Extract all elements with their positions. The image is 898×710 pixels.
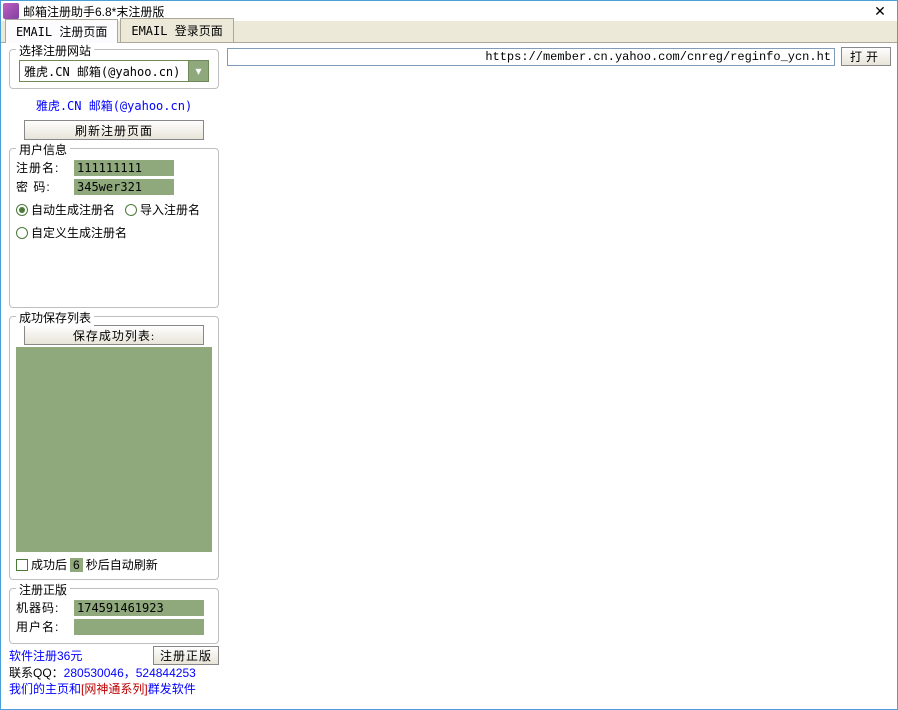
main-pane: 打开 — [223, 43, 897, 709]
contact-label: 联系QQ： — [9, 666, 64, 680]
refresh-register-page-button[interactable]: 刷新注册页面 — [24, 120, 204, 140]
price-link[interactable]: 软件注册36元 — [9, 648, 82, 664]
footer-links: 软件注册36元 注册正版 联系QQ：280530046，524844253 我们… — [9, 646, 219, 697]
url-field[interactable] — [227, 48, 835, 66]
user-info-label: 用户信息 — [16, 141, 70, 158]
chevron-down-icon[interactable]: ▾ — [189, 60, 209, 82]
machine-code-label: 机器码: — [16, 599, 68, 616]
mass-send-link[interactable]: 群发软件 — [148, 682, 196, 696]
radio-auto-label: 自动生成注册名 — [31, 201, 115, 218]
radio-auto-generate[interactable]: 自动生成注册名 — [16, 201, 115, 218]
radio-import[interactable]: 导入注册名 — [125, 201, 200, 218]
seconds-value[interactable]: 6 — [70, 558, 83, 572]
username-input[interactable] — [74, 619, 204, 635]
regname-label: 注册名: — [16, 159, 68, 176]
tabstrip: EMAIL 注册页面 EMAIL 登录页面 — [1, 21, 897, 43]
sidebar: 选择注册网站 雅虎.CN 邮箱(@yahoo.cn) ▾ 雅虎.CN 邮箱(@y… — [1, 43, 223, 709]
open-url-button[interactable]: 打开 — [841, 47, 891, 66]
after-success-text2: 秒后自动刷新 — [86, 556, 158, 573]
auto-refresh-checkbox[interactable] — [16, 559, 28, 571]
site-select-group: 选择注册网站 雅虎.CN 邮箱(@yahoo.cn) ▾ — [9, 49, 219, 89]
window-title: 邮箱注册助手6.8*末注册版 — [23, 3, 865, 20]
radio-custom-label: 自定义生成注册名 — [31, 224, 127, 241]
site-dropdown[interactable]: 雅虎.CN 邮箱(@yahoo.cn) ▾ — [19, 60, 209, 82]
password-label: 密 码: — [16, 178, 68, 195]
after-success-text1: 成功后 — [31, 556, 67, 573]
password-input[interactable] — [74, 179, 174, 195]
save-list-label: 成功保存列表 — [16, 309, 94, 326]
app-icon — [3, 3, 19, 19]
register-genuine-button[interactable]: 注册正版 — [153, 646, 219, 665]
app-window: 邮箱注册助手6.8*末注册版 ✕ EMAIL 注册页面 EMAIL 登录页面 选… — [0, 0, 898, 710]
save-list-group: 成功保存列表 保存成功列表: 成功后 6 秒后自动刷新 — [9, 316, 219, 580]
homepage-link[interactable]: 我们的主页和 — [9, 682, 81, 696]
site-dropdown-value: 雅虎.CN 邮箱(@yahoo.cn) — [19, 60, 189, 82]
register-genuine-label: 注册正版 — [16, 581, 70, 598]
machine-code-input[interactable] — [74, 600, 204, 616]
username-label: 用户名: — [16, 618, 68, 635]
close-icon[interactable]: ✕ — [865, 2, 895, 20]
radio-icon — [125, 204, 137, 216]
contact-qq-link[interactable]: 280530046，524844253 — [64, 666, 196, 680]
tab-email-register[interactable]: EMAIL 注册页面 — [5, 19, 118, 43]
tab-email-login[interactable]: EMAIL 登录页面 — [120, 18, 233, 42]
selected-site-link[interactable]: 雅虎.CN 邮箱(@yahoo.cn) — [9, 97, 219, 114]
radio-icon — [16, 204, 28, 216]
radio-icon — [16, 227, 28, 239]
register-genuine-group: 注册正版 机器码: 用户名: — [9, 588, 219, 644]
radio-custom[interactable]: 自定义生成注册名 — [16, 224, 127, 241]
product-series-link[interactable]: [网神通系列] — [81, 682, 148, 696]
site-select-label: 选择注册网站 — [16, 42, 94, 59]
radio-import-label: 导入注册名 — [140, 201, 200, 218]
success-list-area[interactable] — [16, 347, 212, 552]
regname-input[interactable] — [74, 160, 174, 176]
user-info-group: 用户信息 注册名: 密 码: 自动生成注册名 导入注册名 — [9, 148, 219, 308]
content-area: 选择注册网站 雅虎.CN 邮箱(@yahoo.cn) ▾ 雅虎.CN 邮箱(@y… — [1, 43, 897, 709]
save-success-list-button[interactable]: 保存成功列表: — [24, 325, 204, 345]
